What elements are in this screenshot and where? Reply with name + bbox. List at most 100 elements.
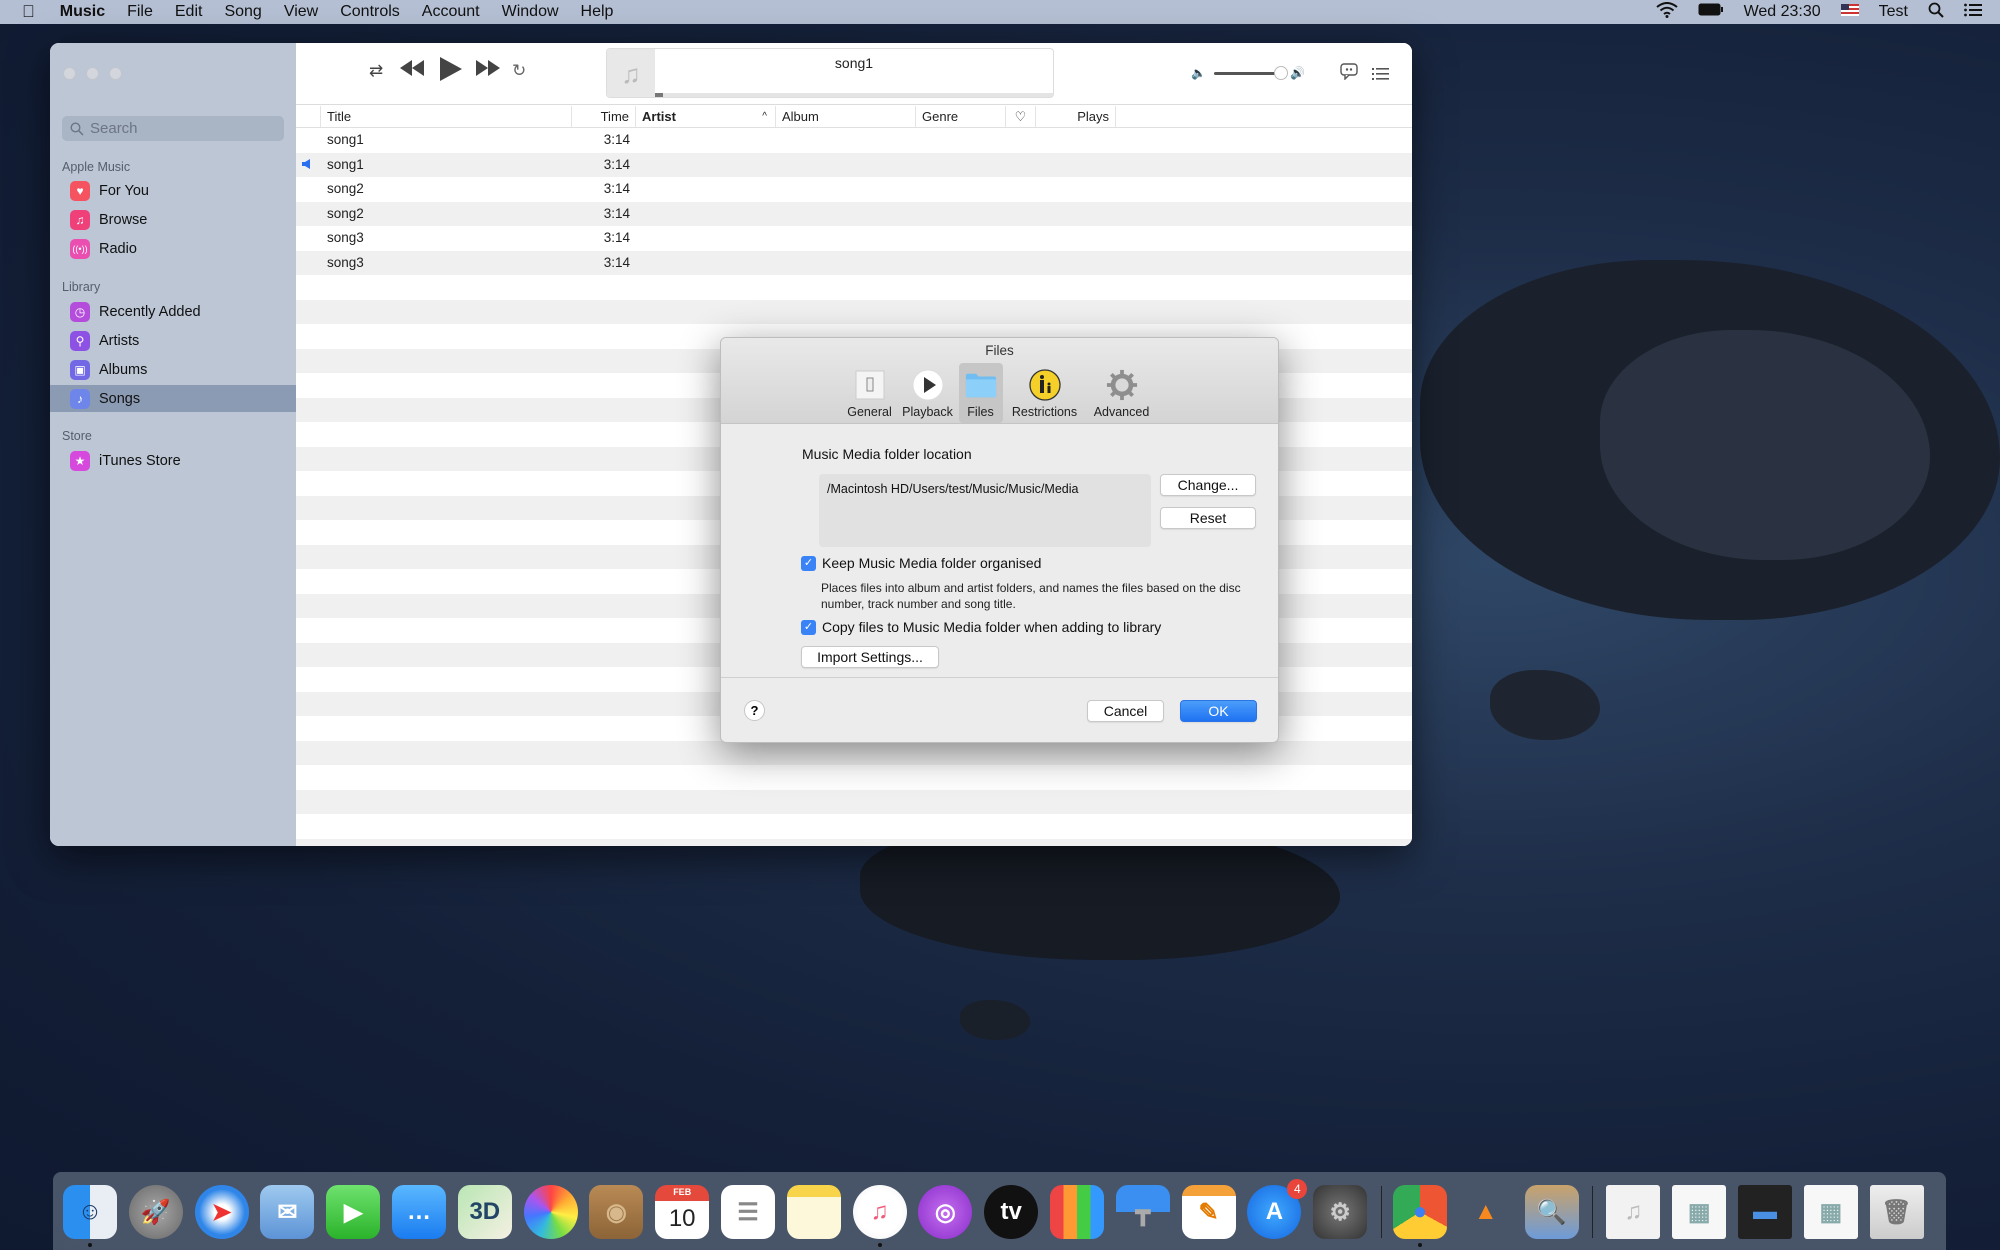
reminders-icon[interactable]: ☰ bbox=[721, 1185, 775, 1239]
copy-files-label[interactable]: Copy files to Music Media folder when ad… bbox=[822, 619, 1161, 635]
table-row[interactable]: song3 3:14 bbox=[296, 226, 1412, 251]
maps-icon[interactable]: 3D bbox=[457, 1185, 512, 1239]
clock-text[interactable]: Wed 23:30 bbox=[1744, 3, 1821, 21]
menu-account[interactable]: Account bbox=[411, 3, 491, 21]
podcasts-icon[interactable]: ◎ bbox=[918, 1185, 973, 1239]
flag-us-icon[interactable] bbox=[1840, 3, 1859, 21]
system-preferences-icon[interactable]: ⚙ bbox=[1313, 1185, 1368, 1239]
music-document-icon[interactable]: ♫ bbox=[1606, 1185, 1661, 1239]
tab-files[interactable]: Files bbox=[958, 363, 1003, 423]
tab-label: Playback bbox=[902, 405, 953, 419]
menu-file[interactable]: File bbox=[116, 3, 164, 21]
minimized-finder-window-icon[interactable]: ▦ bbox=[1803, 1185, 1858, 1239]
previous-track-icon[interactable] bbox=[400, 59, 424, 82]
sidebar-item-radio[interactable]: ((•)) Radio bbox=[50, 235, 296, 262]
facetime-icon[interactable]: ▶ bbox=[326, 1185, 381, 1239]
minimized-finder-window-icon[interactable]: ▦ bbox=[1672, 1185, 1727, 1239]
vlc-cone-icon[interactable]: ▲ bbox=[1459, 1185, 1513, 1239]
sidebar-item-label: iTunes Store bbox=[99, 452, 181, 469]
column-title[interactable]: Title bbox=[321, 106, 572, 127]
sidebar-item-for-you[interactable]: ♥ For You bbox=[50, 177, 296, 204]
sidebar-item-browse[interactable]: ♫ Browse bbox=[50, 206, 296, 233]
user-name[interactable]: Test bbox=[1879, 3, 1908, 21]
lyrics-icon[interactable] bbox=[1340, 63, 1358, 86]
menu-edit[interactable]: Edit bbox=[164, 3, 214, 21]
sidebar-item-albums[interactable]: ▣ Albums bbox=[50, 356, 296, 383]
tab-label: Files bbox=[967, 405, 994, 419]
column-album[interactable]: Album bbox=[776, 106, 916, 127]
column-plays[interactable]: Plays bbox=[1036, 106, 1116, 127]
volume-slider-knob[interactable] bbox=[1273, 65, 1288, 80]
sidebar-item-itunes-store[interactable]: ★ iTunes Store bbox=[50, 447, 296, 474]
ok-button[interactable]: OK bbox=[1180, 700, 1257, 722]
column-time[interactable]: Time bbox=[572, 106, 636, 127]
messages-icon[interactable]: … bbox=[392, 1185, 446, 1239]
search-input[interactable] bbox=[90, 120, 270, 137]
change-folder-button[interactable]: Change... bbox=[1160, 474, 1256, 496]
launchpad-rocket-icon[interactable]: 🚀 bbox=[128, 1185, 183, 1239]
play-icon[interactable] bbox=[440, 57, 462, 87]
column-love[interactable]: ♡ bbox=[1006, 106, 1036, 127]
numbers-chart-icon[interactable] bbox=[1050, 1185, 1104, 1239]
sidebar-item-artists[interactable]: ⚲ Artists bbox=[50, 327, 296, 354]
reset-folder-button[interactable]: Reset bbox=[1160, 507, 1256, 529]
tab-general[interactable]: General bbox=[843, 363, 897, 423]
notification-center-icon[interactable] bbox=[1964, 3, 1982, 22]
music-icon[interactable]: ♫ bbox=[852, 1185, 907, 1239]
calendar-icon[interactable]: FEB 10 bbox=[655, 1185, 710, 1239]
table-row[interactable]: song2 3:14 bbox=[296, 201, 1412, 226]
next-track-icon[interactable] bbox=[476, 59, 500, 82]
copy-files-checkbox[interactable]: ✓ bbox=[801, 620, 816, 635]
chrome-icon[interactable]: ● bbox=[1393, 1185, 1447, 1239]
menu-controls[interactable]: Controls bbox=[329, 3, 411, 21]
sidebar-search[interactable] bbox=[62, 116, 284, 141]
menu-help[interactable]: Help bbox=[570, 3, 625, 21]
notes-icon[interactable] bbox=[786, 1185, 841, 1239]
apple-tv-icon[interactable]: tv bbox=[984, 1185, 1039, 1239]
wifi-icon[interactable] bbox=[1655, 1, 1678, 23]
table-row[interactable]: song1 3:14 bbox=[296, 128, 1412, 153]
close-window-button[interactable] bbox=[63, 67, 76, 80]
sidebar-item-recently-added[interactable]: ◷ Recently Added bbox=[50, 298, 296, 325]
sidebar-item-songs[interactable]: ♪ Songs bbox=[50, 385, 296, 412]
zoom-window-button[interactable] bbox=[109, 67, 122, 80]
mail-stamp-icon[interactable]: ✉ bbox=[260, 1185, 315, 1239]
menu-song[interactable]: Song bbox=[213, 3, 272, 21]
finder-icon[interactable]: ☺ bbox=[63, 1185, 117, 1239]
trash-icon[interactable]: 🗑 bbox=[1869, 1185, 1924, 1239]
import-settings-button[interactable]: Import Settings... bbox=[801, 646, 939, 668]
apple-menu-icon[interactable]:  bbox=[0, 2, 49, 22]
keep-organised-label[interactable]: Keep Music Media folder organised bbox=[822, 555, 1041, 571]
shuffle-icon[interactable]: ⇄ bbox=[369, 61, 383, 81]
table-row[interactable]: song2 3:14 bbox=[296, 177, 1412, 202]
spotlight-search-icon[interactable] bbox=[1928, 2, 1944, 23]
app-store-icon[interactable]: A4 bbox=[1247, 1179, 1308, 1239]
preview-icon[interactable]: 🔍 bbox=[1524, 1185, 1579, 1239]
keynote-icon[interactable]: ┳ bbox=[1115, 1185, 1170, 1239]
playback-progress-bar[interactable] bbox=[655, 93, 1053, 97]
safari-compass-icon[interactable]: ➤ bbox=[194, 1185, 249, 1239]
keep-organised-checkbox[interactable]: ✓ bbox=[801, 556, 816, 571]
minimized-chrome-window-icon[interactable]: ▬ bbox=[1738, 1185, 1792, 1239]
column-genre[interactable]: Genre bbox=[916, 106, 1006, 127]
help-button[interactable]: ? bbox=[744, 700, 765, 721]
pages-icon[interactable]: ✎ bbox=[1181, 1185, 1236, 1239]
minimize-window-button[interactable] bbox=[86, 67, 99, 80]
table-row[interactable]: song1 3:14 bbox=[296, 152, 1412, 177]
volume-slider[interactable] bbox=[1213, 65, 1288, 80]
tab-advanced[interactable]: Advanced bbox=[1087, 363, 1157, 423]
now-playing-display[interactable]: ♫ song1 bbox=[606, 48, 1054, 98]
repeat-icon[interactable]: ↻ bbox=[512, 61, 526, 81]
up-next-list-icon[interactable] bbox=[1372, 64, 1389, 87]
menu-app-music[interactable]: Music bbox=[49, 3, 116, 21]
contacts-icon[interactable]: ◉ bbox=[589, 1185, 644, 1239]
table-row[interactable]: song3 3:14 bbox=[296, 250, 1412, 275]
column-artist[interactable]: Artist ^ bbox=[636, 106, 776, 127]
menu-window[interactable]: Window bbox=[491, 3, 570, 21]
photos-icon[interactable] bbox=[523, 1185, 578, 1239]
menu-view[interactable]: View bbox=[273, 3, 329, 21]
tab-playback[interactable]: Playback bbox=[901, 363, 955, 423]
battery-icon[interactable] bbox=[1698, 3, 1724, 21]
cancel-button[interactable]: Cancel bbox=[1087, 700, 1164, 722]
tab-restrictions[interactable]: Restrictions bbox=[1007, 363, 1083, 423]
